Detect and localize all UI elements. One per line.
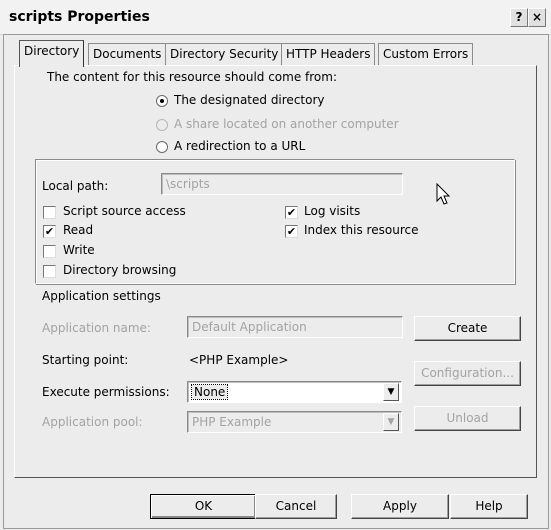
checkbox-read[interactable]: ✔	[43, 225, 56, 238]
radio-share-other-computer-label: A share located on another computer	[174, 117, 399, 131]
cancel-button[interactable]: Cancel	[255, 494, 337, 519]
mouse-cursor-icon	[436, 183, 451, 205]
unload-button: Unload	[414, 406, 521, 431]
checkbox-log-visits-label[interactable]: Log visits	[304, 204, 360, 218]
radio-redirection-url-label[interactable]: A redirection to a URL	[174, 139, 305, 153]
checkbox-write-label[interactable]: Write	[63, 243, 95, 257]
app-pool-value: PHP Example	[192, 415, 272, 429]
title-bar: scripts Properties ? ×	[0, 0, 551, 35]
tab-http-headers[interactable]: HTTP Headers	[281, 43, 376, 66]
tab-custom-errors[interactable]: Custom Errors	[378, 43, 474, 66]
radio-designated-directory[interactable]	[156, 95, 168, 107]
checkbox-write[interactable]	[43, 245, 56, 258]
checkbox-index-resource[interactable]: ✔	[285, 225, 298, 238]
starting-point-label: Starting point:	[42, 353, 129, 367]
create-button[interactable]: Create	[414, 316, 521, 341]
app-name-input: Default Application	[187, 316, 403, 338]
ok-button[interactable]: OK	[150, 494, 257, 519]
checkbox-index-resource-label[interactable]: Index this resource	[304, 223, 418, 237]
local-path-value: \scripts	[166, 177, 210, 191]
configuration-button: Configuration...	[414, 361, 521, 386]
chevron-down-icon: ▼	[383, 413, 399, 431]
local-path-input: \scripts	[161, 173, 403, 195]
chevron-down-icon[interactable]: ▼	[383, 383, 399, 401]
content-source-heading: The content for this resource should com…	[47, 70, 337, 84]
app-name-label: Application name:	[42, 321, 151, 335]
help-icon[interactable]: ?	[510, 8, 528, 27]
tab-directory-security[interactable]: Directory Security	[165, 43, 284, 66]
radio-share-other-computer	[156, 119, 168, 131]
close-icon[interactable]: ×	[528, 8, 546, 27]
checkbox-script-source-access[interactable]	[43, 206, 56, 219]
tab-directory[interactable]: Directory	[19, 40, 85, 67]
app-pool-select: PHP Example ▼	[187, 411, 402, 433]
exec-permissions-label: Execute permissions:	[42, 385, 170, 399]
app-pool-label: Application pool:	[42, 415, 143, 429]
exec-permissions-select[interactable]: None ▼	[187, 381, 402, 403]
exec-permissions-value: None	[190, 384, 229, 400]
help-button[interactable]: Help	[450, 494, 528, 519]
starting-point-value: <PHP Example>	[189, 353, 289, 367]
tab-documents[interactable]: Documents	[88, 43, 167, 66]
window-title: scripts Properties	[9, 9, 150, 25]
app-name-value: Default Application	[192, 320, 307, 334]
apply-button[interactable]: Apply	[351, 494, 449, 519]
checkbox-directory-browsing-label[interactable]: Directory browsing	[63, 263, 176, 277]
checkbox-directory-browsing[interactable]	[43, 265, 56, 278]
radio-redirection-url[interactable]	[156, 141, 168, 153]
checkbox-read-label[interactable]: Read	[63, 223, 93, 237]
checkbox-log-visits[interactable]: ✔	[285, 206, 298, 219]
radio-designated-directory-label[interactable]: The designated directory	[174, 93, 325, 107]
local-path-label: Local path:	[42, 179, 109, 193]
app-settings-heading: Application settings	[42, 289, 161, 303]
checkbox-script-source-access-label[interactable]: Script source access	[63, 204, 186, 218]
